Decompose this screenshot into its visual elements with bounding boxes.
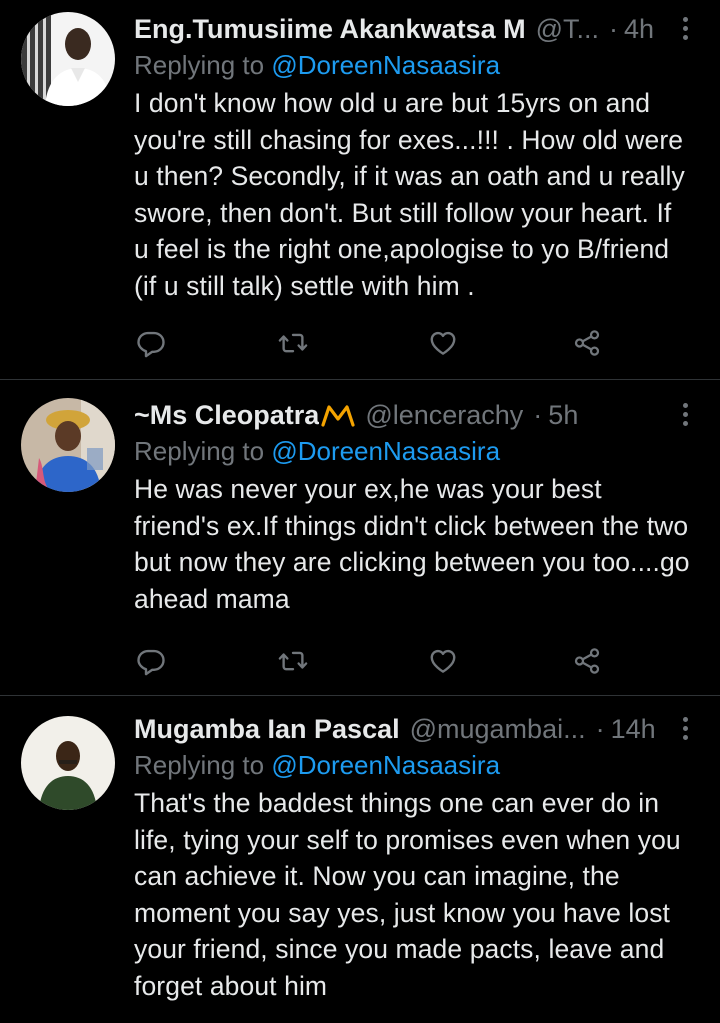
reply-icon[interactable] (136, 646, 166, 676)
crown-icon (321, 405, 355, 427)
author-name[interactable]: Mugamba Ian Pascal (134, 712, 400, 746)
avatar[interactable] (21, 716, 115, 810)
retweet-icon[interactable] (278, 328, 308, 358)
author-handle[interactable]: @mugambai... (410, 712, 586, 746)
share-icon[interactable] (572, 328, 602, 358)
like-icon[interactable] (428, 328, 458, 358)
replying-to: Replying to @DoreenNasaasira (134, 748, 690, 782)
separator-dot: · (609, 14, 619, 44)
like-icon[interactable] (428, 646, 458, 676)
timestamp[interactable]: 4h (624, 12, 654, 46)
tweet[interactable]: Mugamba Ian Pascal @mugambai... · 14h Re… (0, 696, 720, 1023)
replying-to: Replying to @DoreenNasaasira (134, 48, 690, 82)
replying-to-label: Replying to (134, 436, 272, 466)
avatar[interactable] (21, 12, 115, 106)
tweet-text: He was never your ex,he was your best fr… (134, 474, 690, 614)
author-handle[interactable]: @T... (536, 12, 599, 46)
tweet-actions (136, 328, 606, 358)
separator-dot: · (595, 714, 605, 744)
more-options-icon[interactable] (678, 14, 692, 44)
reply-icon[interactable] (136, 328, 166, 358)
more-options-icon[interactable] (678, 400, 692, 430)
author-name[interactable]: ~Ms Cleopatra (134, 398, 319, 432)
separator-dot: · (533, 400, 543, 430)
replying-to-label: Replying to (134, 750, 272, 780)
tweet[interactable]: ~Ms Cleopatra @lencerachy · 5h Replying … (0, 380, 720, 696)
avatar[interactable] (21, 398, 115, 492)
tweet-actions (136, 646, 606, 676)
mention-link[interactable]: @DoreenNasaasira (271, 750, 500, 780)
timestamp[interactable]: 5h (548, 398, 578, 432)
share-icon[interactable] (572, 646, 602, 676)
retweet-icon[interactable] (278, 646, 308, 676)
tweet-text: That's the baddest things one can ever d… (134, 788, 681, 1001)
timestamp[interactable]: 14h (611, 712, 656, 746)
more-options-icon[interactable] (678, 714, 692, 744)
mention-link[interactable]: @DoreenNasaasira (271, 50, 500, 80)
tweet[interactable]: Eng.Tumusiime Akankwatsa M @T... · 4h Re… (0, 0, 720, 380)
tweet-text: I don't know how old u are but 15yrs on … (134, 88, 685, 301)
author-handle[interactable]: @lencerachy (365, 398, 523, 432)
author-name[interactable]: Eng.Tumusiime Akankwatsa M (134, 12, 526, 46)
mention-link[interactable]: @DoreenNasaasira (271, 436, 500, 466)
replying-to-label: Replying to (134, 50, 272, 80)
replying-to: Replying to @DoreenNasaasira (134, 434, 690, 468)
